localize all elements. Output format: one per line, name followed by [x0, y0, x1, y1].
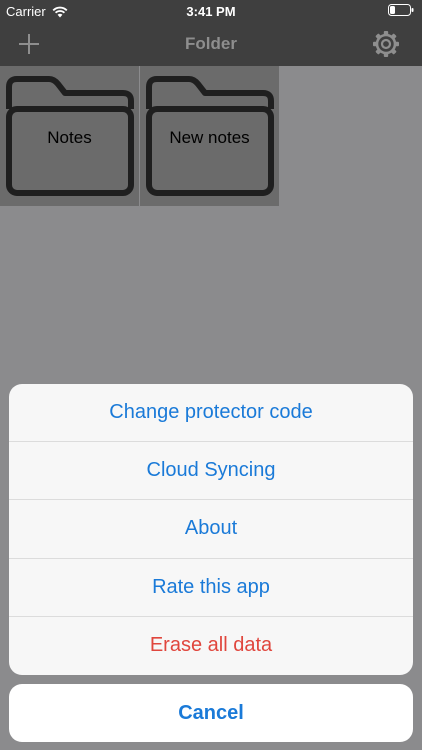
folder-tile-new-notes[interactable]: New notes: [140, 66, 280, 206]
status-time: 3:41 PM: [186, 4, 236, 19]
cloud-syncing-button[interactable]: Cloud Syncing: [9, 442, 413, 501]
gear-icon: [373, 31, 399, 57]
action-sheet: Change protector code Cloud Syncing Abou…: [9, 384, 413, 675]
battery-icon: [388, 4, 414, 16]
erase-all-data-button[interactable]: Erase all data: [9, 617, 413, 675]
settings-button[interactable]: [372, 30, 400, 58]
folder-tile-notes[interactable]: Notes: [0, 66, 140, 206]
folder-label: New notes: [169, 128, 250, 147]
cancel-button[interactable]: Cancel: [9, 684, 413, 742]
change-protector-code-button[interactable]: Change protector code: [9, 384, 413, 443]
page-title: Folder: [185, 34, 237, 53]
folder-label: Notes: [47, 128, 92, 147]
rate-app-button[interactable]: Rate this app: [9, 559, 413, 617]
status-right: [388, 4, 414, 16]
folder-grid: Notes New notes: [0, 66, 280, 206]
status-bar: Carrier 3:41 PM: [0, 0, 422, 22]
about-button[interactable]: About: [9, 500, 413, 559]
navigation-bar: Folder: [0, 22, 422, 66]
